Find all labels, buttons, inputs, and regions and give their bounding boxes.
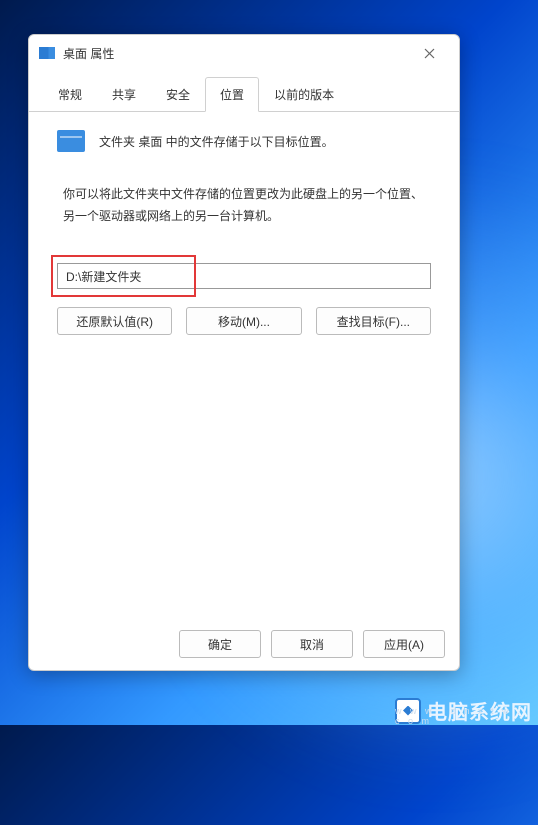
path-input[interactable]: [57, 263, 431, 289]
cancel-button[interactable]: 取消: [271, 630, 353, 658]
watermark-text-en: w w w . d n x t w . c o m: [395, 706, 524, 726]
apply-button[interactable]: 应用(A): [363, 630, 445, 658]
close-button[interactable]: [409, 39, 449, 67]
close-icon: [424, 48, 435, 59]
ok-button[interactable]: 确定: [179, 630, 261, 658]
folder-info-row: 文件夹 桌面 中的文件存储于以下目标位置。: [57, 130, 431, 152]
dialog-footer: 确定 取消 应用(A): [29, 618, 459, 670]
tab-content: 文件夹 桌面 中的文件存储于以下目标位置。 你可以将此文件夹中文件存储的位置更改…: [29, 112, 459, 618]
tab-general[interactable]: 常规: [43, 77, 97, 111]
properties-dialog: 桌面 属性 常规 共享 安全 位置 以前的版本 文件夹 桌面 中的文件存储于以下…: [28, 34, 460, 671]
watermark: 电脑系统网 w w w . d n x t w . c o m: [395, 696, 532, 725]
find-target-button[interactable]: 查找目标(F)...: [316, 307, 431, 335]
window-icon: [39, 47, 55, 59]
location-description: 你可以将此文件夹中文件存储的位置更改为此硬盘上的另一个位置、另一个驱动器或网络上…: [57, 184, 431, 227]
path-input-container: [57, 263, 431, 289]
action-buttons-row: 还原默认值(R) 移动(M)... 查找目标(F)...: [57, 307, 431, 335]
tab-share[interactable]: 共享: [97, 77, 151, 111]
tab-location[interactable]: 位置: [205, 77, 259, 112]
tab-security[interactable]: 安全: [151, 77, 205, 111]
folder-icon: [57, 130, 85, 152]
window-title: 桌面 属性: [63, 45, 409, 62]
move-button[interactable]: 移动(M)...: [186, 307, 301, 335]
titlebar: 桌面 属性: [29, 35, 459, 71]
tab-bar: 常规 共享 安全 位置 以前的版本: [29, 77, 459, 112]
restore-default-button[interactable]: 还原默认值(R): [57, 307, 172, 335]
folder-description: 文件夹 桌面 中的文件存储于以下目标位置。: [99, 133, 334, 150]
tab-previous-versions[interactable]: 以前的版本: [259, 77, 349, 111]
